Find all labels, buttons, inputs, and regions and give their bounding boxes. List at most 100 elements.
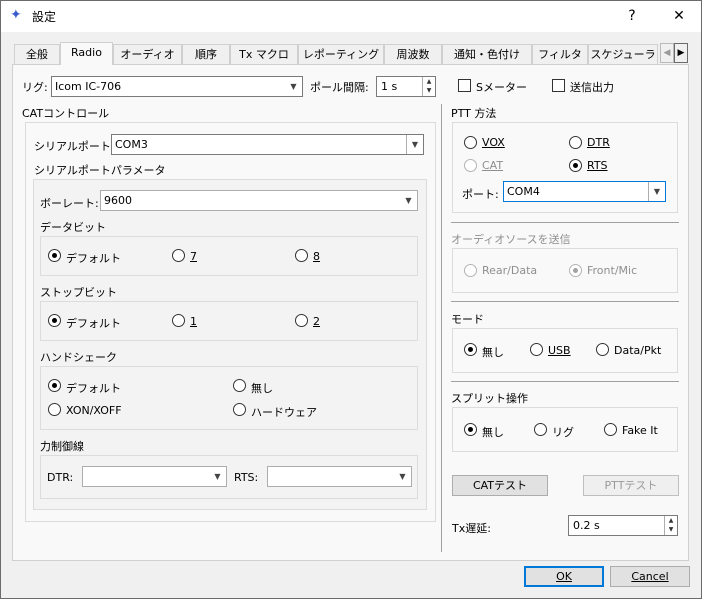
spin-up-icon[interactable]: ▲ [665,516,677,525]
spin-up-icon[interactable]: ▲ [423,77,435,86]
ptt-vox-radio[interactable] [464,136,477,149]
spin-down-icon[interactable]: ▼ [423,86,435,95]
spin-down-icon[interactable]: ▼ [665,525,677,534]
mode-usb-label: USB [548,344,571,357]
column-separator [441,104,442,552]
ptt-dtr-radio[interactable] [569,136,582,149]
tab-radio[interactable]: Radio [60,42,113,65]
split-rig-radio[interactable] [534,423,547,436]
handshake-group [40,366,418,430]
audio-rear-label: Rear/Data [482,264,538,277]
ptt-cat-label: CAT [482,159,504,172]
handshake-hardware-radio[interactable] [233,403,246,416]
cat-control-title: CATコントロール [22,107,110,120]
handshake-hardware-label: ハードウェア [251,406,317,419]
rig-select[interactable]: Icom IC-706 ▼ [51,76,303,97]
handshake-none-label: 無し [251,382,273,395]
serial-params-title: シリアルポートパラメータ [34,164,166,177]
stop-bits-2-label: 2 [313,315,320,328]
tab-scheduler[interactable]: スケジューラ [588,44,658,65]
tab-sequencing[interactable]: 順序 [182,44,230,65]
audio-rear-radio[interactable] [464,264,477,277]
tab-notifications[interactable]: 通知・色付け [442,44,532,65]
ok-button[interactable]: OK [524,566,604,587]
separator [451,301,679,302]
chevron-down-icon: ▼ [290,82,297,91]
ptt-test-button[interactable]: PTTテスト [583,475,679,496]
handshake-none-radio[interactable] [233,379,246,392]
mode-none-label: 無し [482,346,504,359]
tx-power-checkbox[interactable] [552,79,565,92]
ptt-rts-radio[interactable] [569,159,582,172]
tab-scroll-left-icon[interactable]: ◀ [660,43,674,63]
cat-test-button[interactable]: CATテスト [452,475,548,496]
data-bits-7-radio[interactable] [172,249,185,262]
tab-frequencies[interactable]: 周波数 [384,44,442,65]
mode-usb-radio[interactable] [530,343,543,356]
mode-datapkt-label: Data/Pkt [614,344,662,357]
stop-bits-default-radio[interactable] [48,314,61,327]
data-bits-default-radio[interactable] [48,249,61,262]
stop-bits-default-label: デフォルト [66,317,121,330]
split-none-label: 無し [482,426,504,439]
stop-bits-2-radio[interactable] [295,314,308,327]
poll-interval-label: ポール間隔: [310,81,369,94]
window-title: 設定 [32,10,57,24]
handshake-xon-label: XON/XOFF [66,404,122,417]
smeter-label: Sメーター [476,81,527,94]
separator [451,381,679,382]
ptt-port-select[interactable]: COM4 ▼ [503,181,666,202]
title-bar [0,0,702,32]
baud-rate-label: ボーレート: [40,197,99,210]
tab-audio[interactable]: オーディオ [113,44,182,65]
handshake-xon-radio[interactable] [48,403,61,416]
ptt-method-title: PTT 方法 [451,107,497,120]
chevron-down-icon: ▼ [399,472,406,481]
split-none-radio[interactable] [464,423,477,436]
audio-front-radio[interactable] [569,264,582,277]
baud-rate-select[interactable]: 9600 ▼ [100,190,418,211]
tx-delay-label: Tx遅延: [452,522,491,535]
cancel-button[interactable]: Cancel [610,566,690,587]
ptt-cat-radio[interactable] [464,159,477,172]
stop-bits-1-label: 1 [190,315,197,328]
tab-filters[interactable]: フィルタ [532,44,588,65]
data-bits-8-radio[interactable] [295,249,308,262]
stop-bits-title: ストップビット [40,286,117,299]
chevron-down-icon: ▼ [214,472,221,481]
handshake-default-radio[interactable] [48,379,61,392]
split-title: スプリット操作 [451,392,528,405]
tab-reporting[interactable]: レポーティング [298,44,384,65]
split-fake-radio[interactable] [604,423,617,436]
audio-source-title: オーディオソースを送信 [451,233,571,246]
handshake-default-label: デフォルト [66,382,121,395]
tx-power-label: 送信出力 [570,81,614,94]
data-bits-title: データビット [40,221,106,234]
data-bits-7-label: 7 [190,250,197,263]
mode-none-radio[interactable] [464,343,477,356]
serial-port-label: シリアルポート: [34,140,115,153]
split-rig-label: リグ [552,426,574,439]
smeter-checkbox[interactable] [458,79,471,92]
serial-port-select[interactable]: COM3 ▼ [111,134,424,155]
tab-scroll-right-icon[interactable]: ▶ [674,43,688,63]
ptt-dtr-label: DTR [587,136,610,149]
dtr-select[interactable]: ▼ [82,466,227,487]
tab-general[interactable]: 全般 [14,44,60,65]
help-button[interactable]: ? [617,4,647,28]
ptt-rts-label: RTS [587,159,608,172]
dtr-label: DTR: [47,471,74,484]
tab-tx-macros[interactable]: Tx マクロ [230,44,298,65]
stop-bits-1-radio[interactable] [172,314,185,327]
app-icon: ✦ [10,7,22,23]
rts-select[interactable]: ▼ [267,466,412,487]
handshake-title: ハンドシェーク [40,351,117,364]
data-bits-8-label: 8 [313,250,320,263]
chevron-down-icon: ▼ [406,135,423,154]
close-icon[interactable]: ✕ [664,4,694,28]
tx-delay-spinbox[interactable]: 0.2 s ▲ ▼ [568,515,678,536]
mode-title: モード [451,313,484,326]
poll-interval-spinbox[interactable]: 1 s ▲ ▼ [376,76,436,97]
mode-datapkt-radio[interactable] [596,343,609,356]
data-bits-default-label: デフォルト [66,252,121,265]
